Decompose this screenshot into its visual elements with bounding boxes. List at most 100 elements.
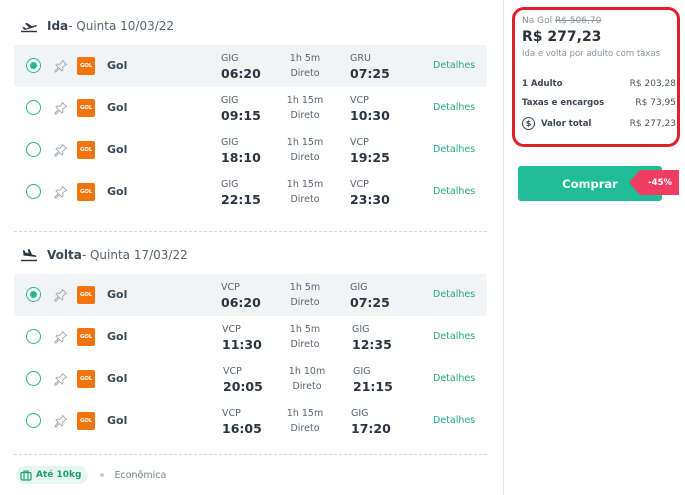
gol-logo: GOL: [77, 183, 95, 201]
section-divider: [14, 454, 487, 455]
flight-row[interactable]: GOL Gol GIG 09:15 1h 15m Direto VCP 10:3…: [14, 87, 487, 129]
dest-code: GIG: [353, 366, 371, 377]
flight-duration: 1h 5m: [289, 324, 321, 335]
flight-row[interactable]: GOL Gol GIG 22:15 1h 15m Direto VCP 23:3…: [14, 171, 487, 213]
flight-row[interactable]: GOL Gol GIG 06:20 1h 5m Direto GRU 07:25…: [14, 45, 487, 87]
airline-name: Gol: [107, 414, 128, 427]
total-price: R$ 277,23: [522, 29, 602, 45]
dest-code: GIG: [350, 282, 368, 293]
cabin-class: Econômica: [114, 469, 167, 481]
origin-code: GIG: [221, 53, 239, 64]
details-link[interactable]: Detalhes: [433, 144, 475, 155]
price-summary: Na Gol R$ 506,70 R$ 277,23 Ida e volta p…: [512, 7, 680, 147]
flight-stops: Direto: [290, 339, 320, 350]
arrive-time: 10:30: [350, 108, 390, 123]
flight-row[interactable]: GOL Gol VCP 06:20 1h 5m Direto GIG 07:25…: [14, 274, 487, 316]
dest-code: VCP: [350, 95, 369, 106]
gol-logo: GOL: [77, 99, 95, 117]
flight-stops: Direto: [290, 68, 320, 79]
flight-stops: Direto: [290, 152, 320, 163]
total-label-group: $ Valor total: [522, 117, 591, 130]
details-link[interactable]: Detalhes: [433, 415, 475, 426]
outbound-date: - Quinta 10/03/22: [68, 19, 175, 33]
depart-time: 20:05: [223, 379, 263, 394]
pin-icon[interactable]: [54, 142, 68, 157]
depart-time: 09:15: [221, 108, 261, 123]
price-line-label: 1 Adulto: [522, 79, 563, 89]
flight-row[interactable]: GOL Gol VCP 16:05 1h 15m Direto GIG 17:2…: [14, 400, 487, 442]
baggage-label: Até 10kg: [36, 470, 82, 480]
details-link[interactable]: Detalhes: [433, 102, 475, 113]
gol-logo: GOL: [77, 412, 95, 430]
arrive-time: 17:20: [351, 421, 391, 436]
depart-time: 18:10: [221, 150, 261, 165]
origin-code: GIG: [221, 95, 239, 106]
pin-icon[interactable]: [54, 329, 68, 344]
flight-duration: 1h 15m: [286, 137, 324, 148]
gol-logo: GOL: [77, 141, 95, 159]
flight-row[interactable]: GOL Gol VCP 20:05 1h 10m Direto GIG 21:1…: [14, 358, 487, 400]
flight-radio[interactable]: [26, 184, 41, 199]
return-label: Volta: [47, 248, 82, 262]
flight-stops: Direto: [290, 110, 320, 121]
depart-time: 22:15: [221, 192, 261, 207]
airline-name: Gol: [107, 143, 128, 156]
flight-radio[interactable]: [26, 329, 41, 344]
price-line-total: $ Valor total R$ 277,23: [522, 117, 676, 130]
pin-icon[interactable]: [54, 371, 68, 386]
arrive-time: 07:25: [350, 66, 390, 81]
money-icon: $: [522, 117, 535, 130]
airline-name: Gol: [107, 330, 128, 343]
flight-duration: 1h 5m: [289, 282, 321, 293]
details-link[interactable]: Detalhes: [433, 373, 475, 384]
flight-radio[interactable]: [26, 58, 41, 73]
airline-name: Gol: [107, 59, 128, 72]
flight-duration: 1h 10m: [288, 366, 326, 377]
flight-stops: Direto: [290, 194, 320, 205]
dest-code: GIG: [352, 324, 370, 335]
flight-radio[interactable]: [26, 371, 41, 386]
gol-logo: GOL: [77, 370, 95, 388]
pin-icon[interactable]: [54, 58, 68, 73]
dest-code: VCP: [350, 137, 369, 148]
pin-icon[interactable]: [54, 100, 68, 115]
flight-duration: 1h 15m: [286, 179, 324, 190]
plane-landing-icon: [20, 248, 38, 262]
dest-code: GIG: [351, 408, 369, 419]
pin-icon[interactable]: [54, 287, 68, 302]
flight-radio[interactable]: [26, 142, 41, 157]
airline-name: Gol: [107, 101, 128, 114]
origin-code: VCP: [222, 324, 241, 335]
baggage-badge: Até 10kg: [16, 466, 89, 484]
price-panel: Na Gol R$ 506,70 R$ 277,23 Ida e volta p…: [503, 0, 685, 495]
price-line-value: R$ 203,28: [629, 79, 676, 89]
flight-stops: Direto: [290, 423, 320, 434]
flight-radio[interactable]: [26, 100, 41, 115]
pin-icon[interactable]: [54, 413, 68, 428]
details-link[interactable]: Detalhes: [433, 186, 475, 197]
airline-name: Gol: [107, 185, 128, 198]
section-divider: [14, 231, 487, 232]
pin-icon[interactable]: [54, 184, 68, 199]
price-line-value: R$ 73,95: [635, 98, 676, 108]
return-date: - Quinta 17/03/22: [81, 248, 188, 262]
fare-info: Até 10kg Econômica: [16, 466, 166, 484]
depart-time: 06:20: [221, 66, 261, 81]
details-link[interactable]: Detalhes: [433, 331, 475, 342]
flight-radio[interactable]: [26, 287, 41, 302]
price-line-label: Valor total: [541, 118, 592, 129]
flight-row[interactable]: GOL Gol VCP 11:30 1h 5m Direto GIG 12:35…: [14, 316, 487, 358]
details-link[interactable]: Detalhes: [433, 289, 475, 300]
details-link[interactable]: Detalhes: [433, 60, 475, 71]
gol-logo: GOL: [77, 286, 95, 304]
plane-takeoff-icon: [20, 19, 38, 33]
flight-list: Ida - Quinta 10/03/22 GOL Gol GIG 06:20 …: [14, 0, 487, 495]
return-header: Volta - Quinta 17/03/22: [20, 244, 188, 266]
origin-code: VCP: [223, 366, 242, 377]
arrive-time: 19:25: [350, 150, 390, 165]
flight-row[interactable]: GOL Gol GIG 18:10 1h 15m Direto VCP 19:2…: [14, 129, 487, 171]
dest-code: GRU: [350, 53, 371, 64]
outbound-header: Ida - Quinta 10/03/22: [20, 15, 174, 37]
gol-logo: GOL: [77, 57, 95, 75]
flight-radio[interactable]: [26, 413, 41, 428]
